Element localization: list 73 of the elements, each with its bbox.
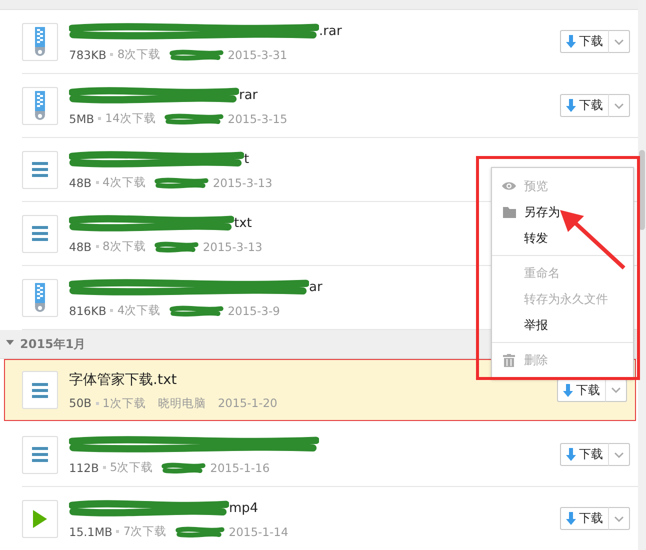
upload-date: 2015-3-13 <box>202 240 262 254</box>
upload-date: 2015-3-15 <box>228 112 288 126</box>
download-count: 8次下载 <box>117 47 161 62</box>
file-size: 5MB <box>69 112 94 126</box>
down-arrow-icon <box>566 512 576 525</box>
redaction-scribble <box>154 176 209 188</box>
annotation-arrow <box>560 210 626 270</box>
upload-date: 2015-3-13 <box>212 176 272 190</box>
file-name: t <box>244 152 250 166</box>
file-size: 48B <box>69 176 92 190</box>
download-count: 8次下载 <box>102 239 146 254</box>
dropdown-button[interactable] <box>608 443 630 466</box>
file-name: txt <box>234 216 252 230</box>
zip-file-icon <box>35 26 45 56</box>
down-arrow-icon <box>566 99 576 112</box>
chevron-down-icon <box>614 516 624 522</box>
redaction-scribble <box>164 112 224 124</box>
text-file-icon <box>32 382 48 398</box>
chevron-down-icon <box>611 387 621 393</box>
chevron-down-icon <box>614 38 624 44</box>
download-count: 4次下载 <box>102 175 146 190</box>
download-count: 4次下载 <box>117 303 161 318</box>
file-name: .rar <box>319 24 342 38</box>
redaction-scribble <box>161 462 206 474</box>
redaction-scribble <box>154 240 199 252</box>
text-file-icon <box>32 447 48 462</box>
trash-icon <box>503 354 515 366</box>
folder-icon <box>502 206 516 218</box>
upload-date: 2015-3-31 <box>228 48 288 62</box>
download-button[interactable]: 下载 <box>560 94 609 117</box>
file-name: rar <box>239 88 258 102</box>
zip-file-icon <box>35 90 45 120</box>
down-arrow-icon <box>566 448 576 461</box>
menu-item[interactable]: 转发 <box>492 225 633 251</box>
play-icon <box>33 510 47 528</box>
zip-file-icon <box>35 282 45 312</box>
file-name: ar <box>309 280 322 294</box>
upload-date: 2015-1-16 <box>210 460 270 474</box>
download-count: 14次下载 <box>105 111 156 126</box>
download-count: 5次下载 <box>110 460 154 475</box>
text-file-icon <box>32 162 48 177</box>
dropdown-button[interactable] <box>605 378 627 402</box>
eye-icon <box>502 181 516 191</box>
chevron-down-icon <box>614 102 624 108</box>
dropdown-button[interactable] <box>608 94 630 117</box>
redaction-scribble <box>168 48 224 60</box>
download-button[interactable]: 下载 <box>560 30 609 53</box>
redaction-scribble <box>174 526 225 538</box>
down-arrow-icon <box>563 384 573 396</box>
file-size: 48B <box>69 240 92 254</box>
upload-date: 2015-1-14 <box>228 524 288 538</box>
scrollbar[interactable] <box>638 0 646 550</box>
file-size: 15.1MB <box>69 524 112 538</box>
file-name: mp4 <box>229 500 258 516</box>
dropdown-button[interactable] <box>608 30 630 53</box>
text-file-icon <box>32 226 48 241</box>
download-button[interactable]: 下载 <box>560 443 609 466</box>
download-count: 7次下载 <box>123 524 167 539</box>
file-name: 字体管家下载.txt <box>69 370 177 388</box>
upload-date: 2015-3-9 <box>228 304 280 318</box>
file-size: 50B <box>69 396 92 410</box>
redaction-scribble <box>168 304 224 316</box>
menu-item[interactable]: 另存为 <box>492 199 633 225</box>
file-size: 816KB <box>69 304 106 318</box>
dropdown-button[interactable] <box>608 507 630 530</box>
chevron-down-icon <box>614 452 624 458</box>
download-count: 1次下载 <box>102 396 146 410</box>
upload-date: 2015-1-20 <box>218 396 278 410</box>
download-button[interactable]: 下载 <box>560 507 609 530</box>
file-size: 112B <box>69 460 99 474</box>
file-size: 783KB <box>69 48 106 62</box>
down-arrow-icon <box>566 35 576 48</box>
uploader-name: 晓明电脑 <box>158 396 206 410</box>
